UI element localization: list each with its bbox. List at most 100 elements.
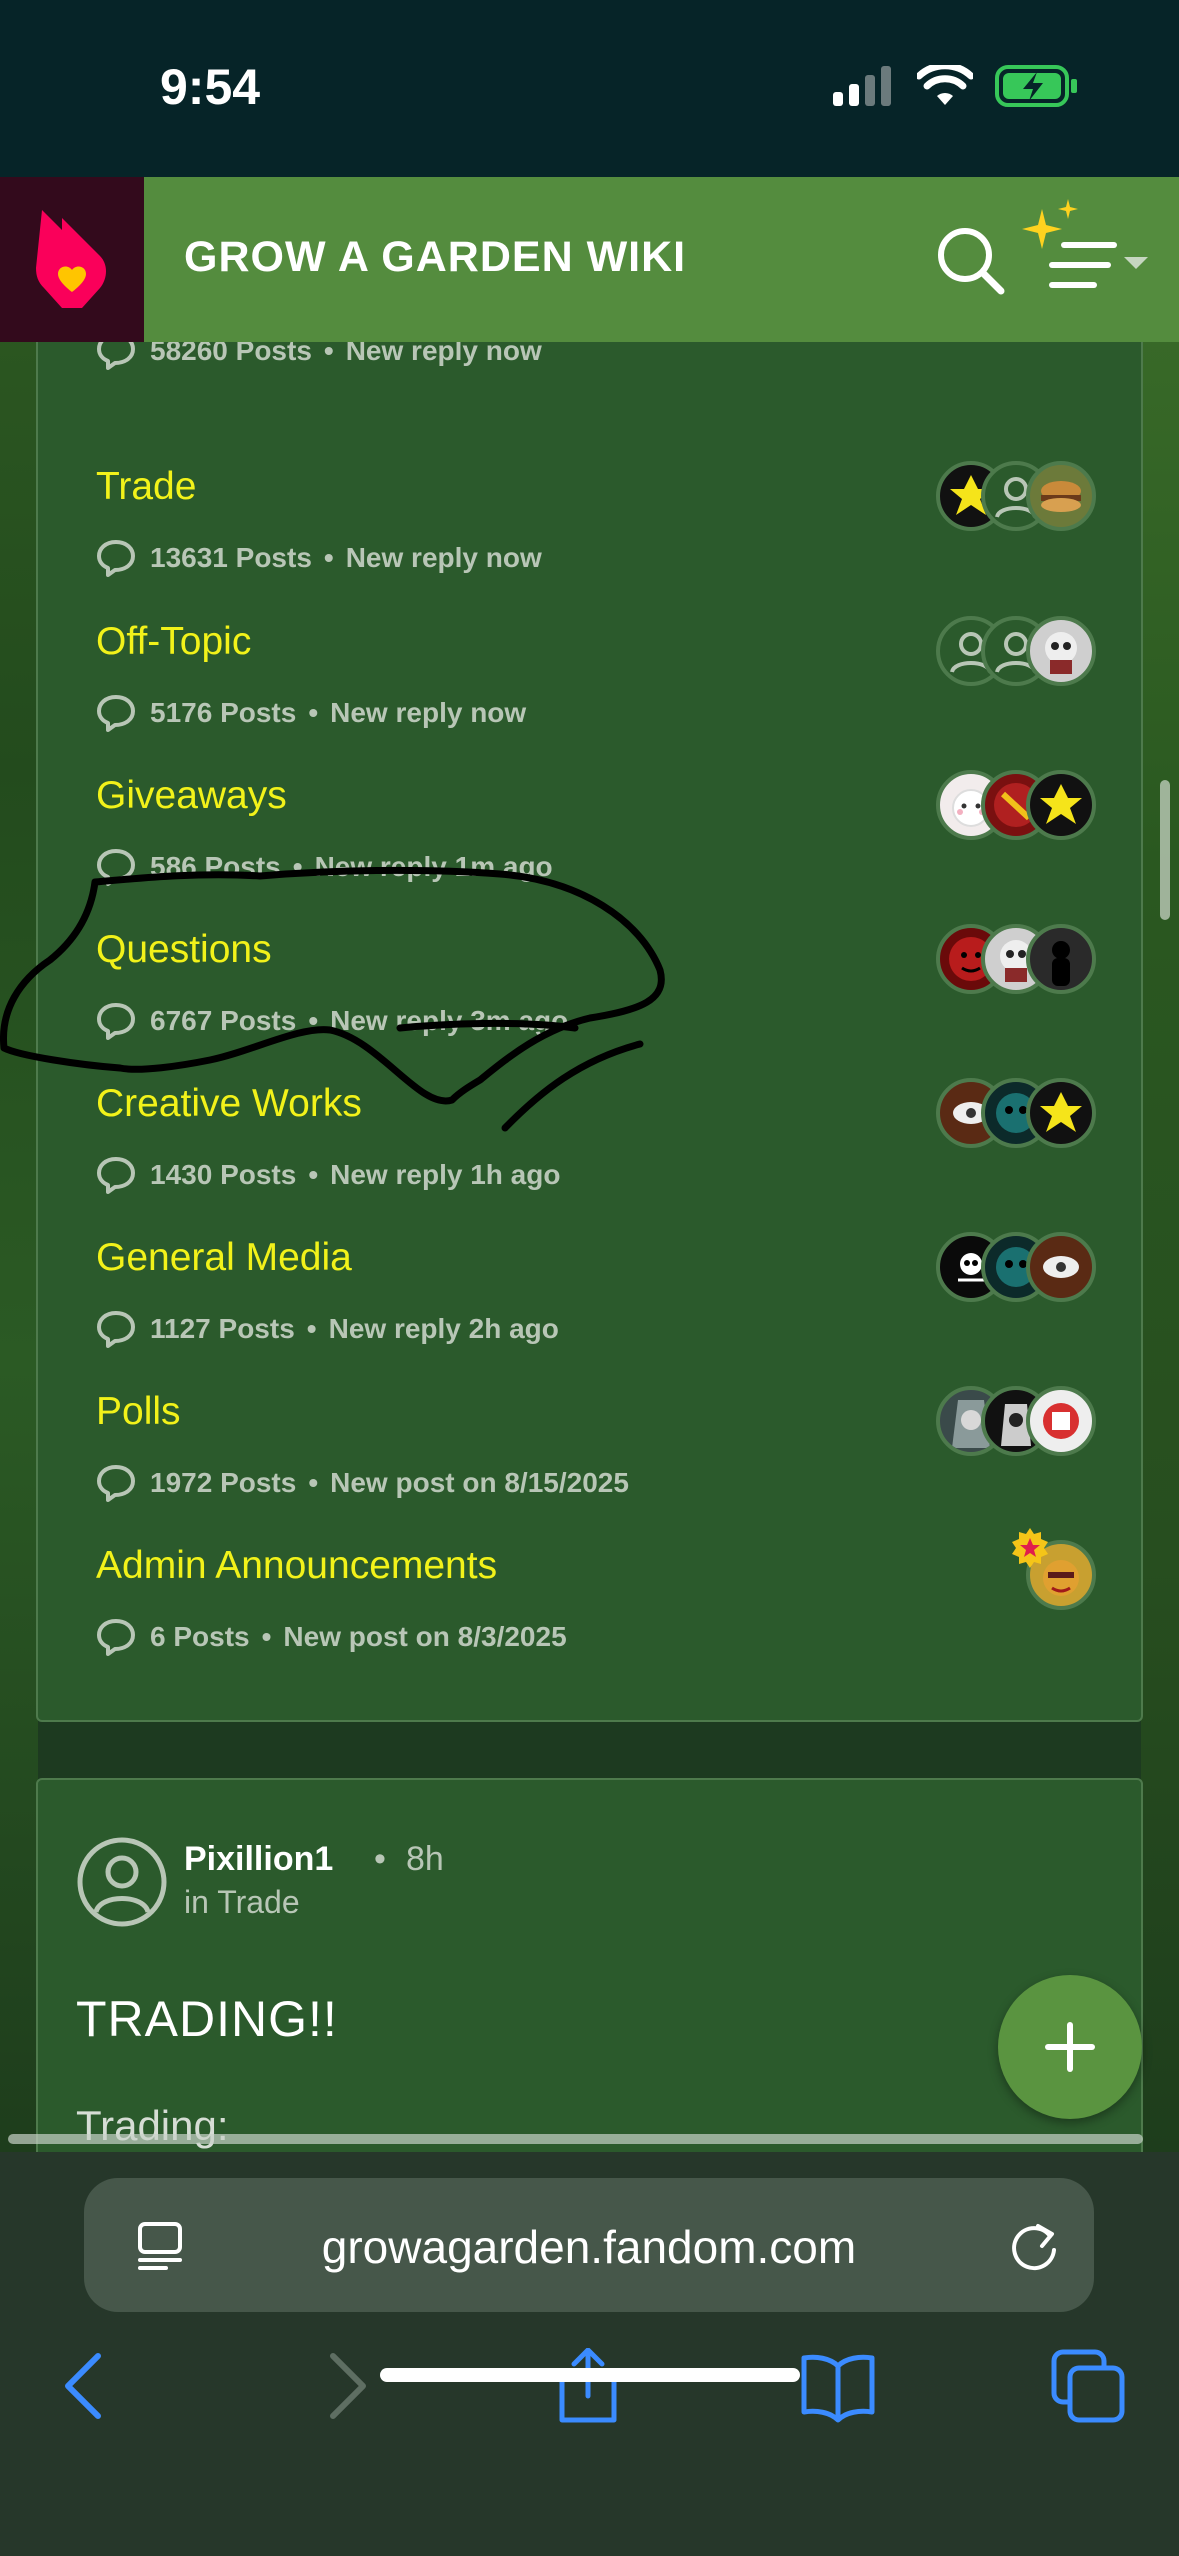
category-title[interactable]: Trade [96, 465, 196, 509]
back-icon[interactable] [50, 2348, 126, 2424]
category-title[interactable]: Off-Topic [96, 620, 251, 664]
bookmarks-icon[interactable] [800, 2348, 876, 2424]
comment-bubble-icon [97, 695, 135, 732]
forward-icon[interactable] [305, 2348, 381, 2424]
user-avatar [1026, 924, 1096, 994]
menu-sparkle-icon[interactable] [1012, 199, 1152, 309]
comment-bubble-icon [97, 849, 135, 886]
horizontal-scrollbar[interactable] [8, 2134, 1143, 2144]
wiki-title[interactable]: GROW A GARDEN WIKI [184, 233, 686, 282]
comment-bubble-icon [97, 1619, 135, 1656]
recent-avatars [936, 1232, 1096, 1302]
user-avatar [1026, 461, 1096, 531]
fandom-logo[interactable] [0, 177, 144, 342]
post-count: 1972 Posts [150, 1467, 297, 1498]
share-icon[interactable] [550, 2348, 626, 2424]
last-activity: New reply now [345, 542, 542, 573]
category-polls[interactable]: Polls 1972 Posts • New post on 8/15/2025 [96, 1386, 1096, 1540]
comment-bubble-icon [97, 1003, 135, 1040]
status-time: 9:54 [160, 59, 261, 115]
post-count: 6767 Posts [150, 1005, 297, 1036]
wiki-header: GROW A GARDEN WIKI [0, 177, 1179, 342]
default-avatar-icon[interactable] [76, 1836, 168, 1928]
post-count: 1430 Posts [150, 1159, 297, 1190]
user-avatar [1026, 770, 1096, 840]
home-indicator[interactable] [380, 2368, 800, 2382]
category-questions[interactable]: Questions 6767 Posts • New reply 3m ago [96, 924, 1096, 1078]
tabs-icon[interactable] [1050, 2348, 1126, 2424]
post-count: 6 Posts [150, 1621, 250, 1652]
separator-dot: • [374, 1840, 386, 1878]
category-creative-works[interactable]: Creative Works 1430 Posts • New reply 1h… [96, 1078, 1096, 1232]
last-activity: New post on 8/3/2025 [283, 1621, 567, 1652]
last-activity: New post on 8/15/2025 [330, 1467, 629, 1498]
category-meta: 13631 Posts • New reply now [96, 537, 542, 579]
recent-avatars [936, 1386, 1096, 1456]
post-author[interactable]: Pixillion1 [184, 1840, 333, 1879]
recent-avatars [936, 1078, 1096, 1148]
create-post-button[interactable] [998, 1975, 1142, 2119]
post-count: 586 Posts [150, 851, 281, 882]
category-meta: 6767 Posts • New reply 3m ago [96, 1000, 568, 1042]
url-text[interactable]: growagarden.fandom.com [84, 2220, 1094, 2274]
user-avatar [1026, 1232, 1096, 1302]
category-meta: 6 Posts • New post on 8/3/2025 [96, 1616, 567, 1658]
separator-dot: • [261, 1621, 272, 1652]
comment-bubble-icon [97, 1465, 135, 1502]
admin-star-badge-icon [1012, 1528, 1048, 1568]
category-title[interactable]: Questions [96, 928, 272, 972]
recent-avatars [936, 770, 1096, 840]
category-title[interactable]: Admin Announcements [96, 1544, 497, 1588]
fandom-flame-icon [36, 209, 106, 308]
post-time: 8h [406, 1840, 444, 1878]
category-title[interactable]: Creative Works [96, 1082, 362, 1126]
vertical-scrollbar[interactable] [1160, 780, 1170, 920]
user-avatar [1026, 616, 1096, 686]
address-bar[interactable]: growagarden.fandom.com [84, 2178, 1094, 2312]
post-count: 1127 Posts [150, 1313, 295, 1344]
separator-dot: • [308, 1159, 319, 1190]
browser-toolbar: growagarden.fandom.com [0, 2152, 1179, 2556]
separator-dot: • [308, 1467, 319, 1498]
search-icon[interactable] [935, 225, 1007, 297]
separator-dot: • [308, 1005, 319, 1036]
separator-dot: • [308, 697, 319, 728]
category-giveaways[interactable]: Giveaways 586 Posts • New reply 1m ago [96, 770, 1096, 924]
wifi-icon [917, 65, 973, 105]
category-admin-announcements[interactable]: Admin Announcements 6 Posts • New post o… [96, 1528, 1096, 1694]
status-icons [833, 64, 1079, 108]
recent-avatars [936, 461, 1096, 531]
forum-categories-card: 58260 Posts • New reply now Trade 13631 … [36, 250, 1143, 1722]
recent-avatars [936, 616, 1096, 686]
category-meta: 1972 Posts • New post on 8/15/2025 [96, 1462, 629, 1504]
category-meta: 1127 Posts • New reply 2h ago [96, 1308, 559, 1350]
category-general-media[interactable]: General Media 1127 Posts • New reply 2h … [96, 1232, 1096, 1386]
cellular-signal-icon [833, 66, 891, 106]
category-title[interactable]: Giveaways [96, 774, 287, 818]
category-meta: 1430 Posts • New reply 1h ago [96, 1154, 560, 1196]
status-bar: 9:54 [0, 0, 1179, 177]
category-title[interactable]: Polls [96, 1390, 181, 1434]
plus-icon [1045, 2022, 1095, 2072]
post-title[interactable]: TRADING!! [76, 1990, 338, 2048]
recent-avatars [936, 1528, 1096, 1610]
last-activity: New reply 3m ago [330, 1005, 569, 1036]
background-right [1141, 177, 1179, 2152]
post-category[interactable]: in Trade [184, 1884, 300, 1921]
last-activity: New reply now [330, 697, 527, 728]
category-meta: 586 Posts • New reply 1m ago [96, 846, 553, 888]
post-count: 13631 Posts [150, 542, 312, 573]
recent-avatars [936, 924, 1096, 994]
separator-dot: • [292, 851, 303, 882]
comment-bubble-icon [97, 1311, 135, 1348]
category-meta: 5176 Posts • New reply now [96, 692, 526, 734]
category-off-topic[interactable]: Off-Topic 5176 Posts • New reply now [96, 616, 1096, 770]
post-count: 5176 Posts [150, 697, 297, 728]
separator-dot: • [323, 542, 334, 573]
reload-icon[interactable] [1004, 2216, 1064, 2276]
separator-dot: • [306, 1313, 317, 1344]
user-avatar [1026, 1078, 1096, 1148]
category-title[interactable]: General Media [96, 1236, 352, 1280]
category-trade[interactable]: Trade 13631 Posts • New reply now [96, 461, 1096, 615]
user-avatar [1026, 1386, 1096, 1456]
